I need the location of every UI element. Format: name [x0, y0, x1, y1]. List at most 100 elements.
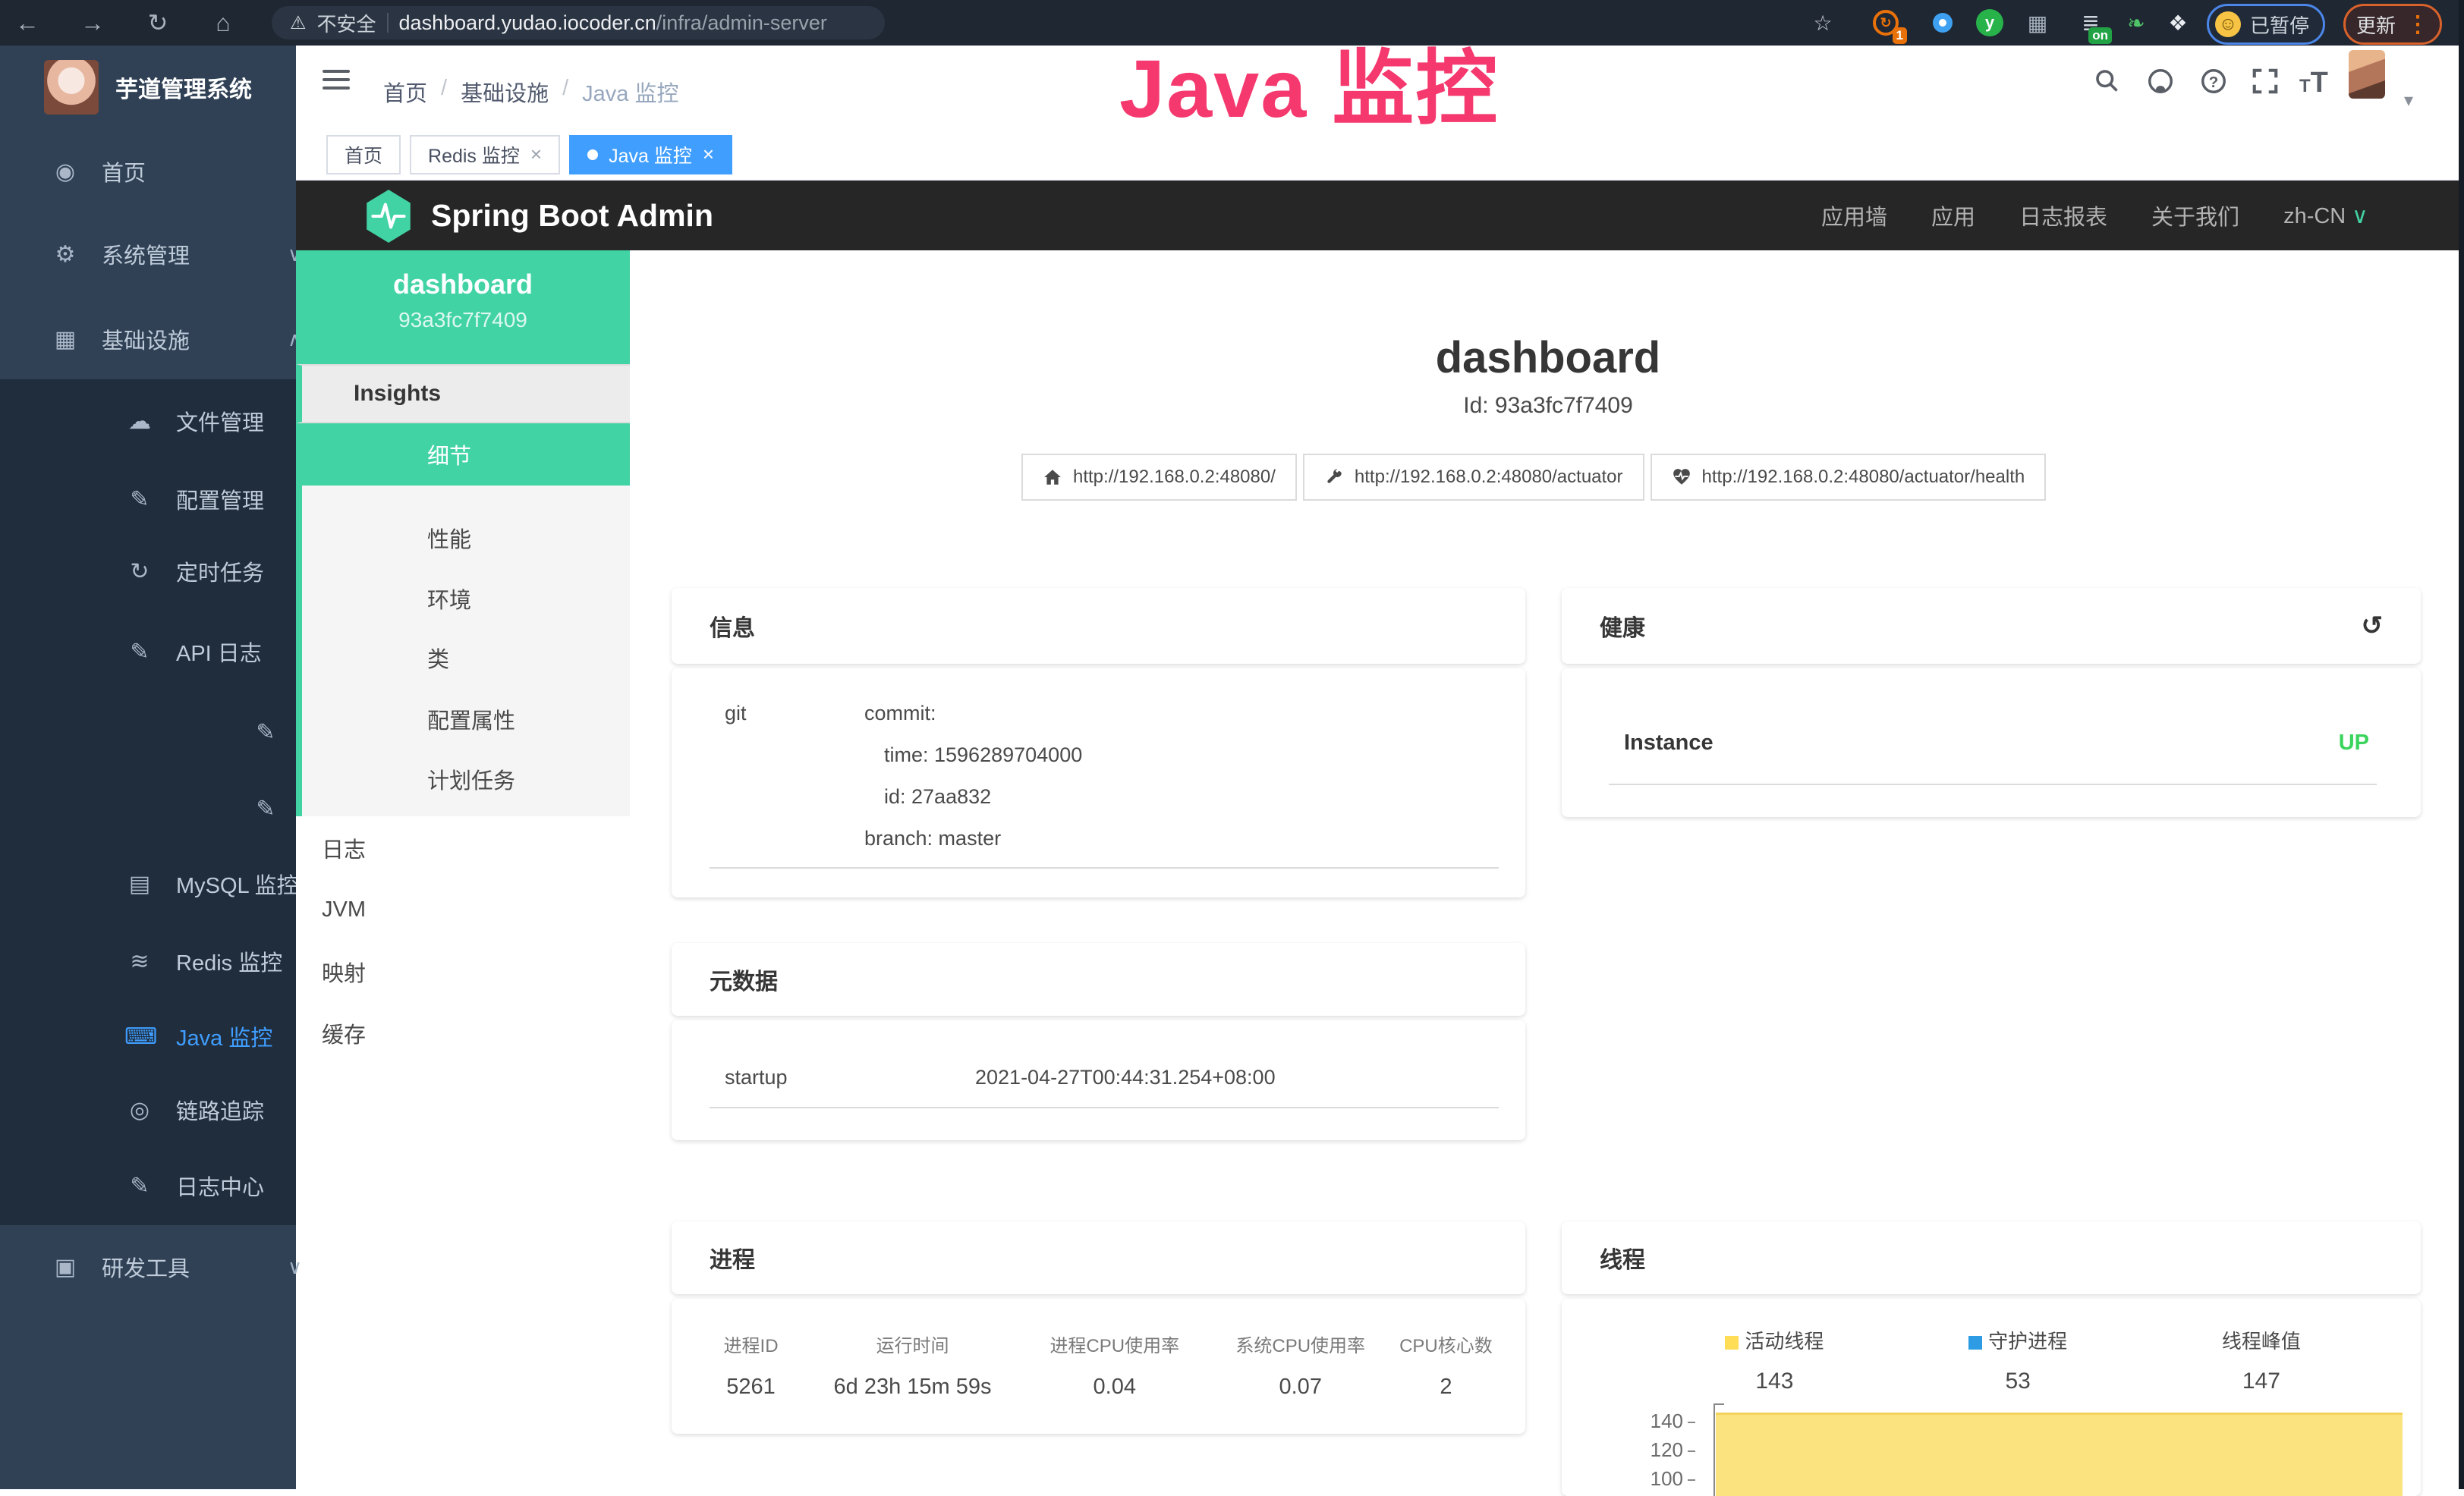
address-bar[interactable]: ⚠ 不安全 dashboard.yudao.iocoder.cn/infra/a…	[272, 6, 885, 39]
threads-legend: 活动线程 守护进程 线程峰值	[1653, 1326, 2390, 1354]
breadcrumb: 首页 / 基础设施 / Java 监控	[383, 76, 678, 108]
puzzle-extensions-icon[interactable]: ❖	[2163, 8, 2193, 38]
sba-nav-journal[interactable]: 日志报表	[2019, 200, 2107, 231]
subnav-item-jvm[interactable]: JVM	[296, 878, 630, 941]
url-host: dashboard.yudao.iocoder.cn	[399, 11, 656, 34]
row-divider	[710, 1107, 1499, 1108]
back-icon[interactable]: ←	[11, 0, 44, 46]
sidebar-item-infrastructure[interactable]: ▦基础设施 ∧	[0, 305, 346, 373]
subnav-item-mappings[interactable]: 映射	[296, 940, 630, 1004]
sba-nav-about[interactable]: 关于我们	[2151, 200, 2239, 231]
legend-live-threads: 活动线程	[1653, 1326, 1896, 1354]
subnav-item-scheduled[interactable]: 计划任务	[302, 748, 630, 810]
bookmark-star-icon[interactable]: ☆	[1808, 8, 1838, 38]
legend-peak-threads: 线程峰值	[2140, 1326, 2384, 1354]
leaf-extension-icon[interactable]: ❧	[2121, 8, 2151, 38]
map-pin-icon[interactable]	[1927, 8, 1958, 38]
history-icon[interactable]: ↺	[2362, 611, 2384, 641]
paused-label: 已暂停	[2250, 11, 2309, 39]
url-path: /infra/admin-server	[656, 11, 827, 34]
chrome-update-button[interactable]: 更新 ⋮	[2343, 4, 2442, 45]
url-text: dashboard.yudao.iocoder.cn/infra/admin-s…	[399, 11, 827, 35]
avatar-caret-icon[interactable]: ▾	[2404, 90, 2413, 112]
extension-badge: 1	[1893, 27, 1907, 44]
log-edit-icon: ✎	[124, 639, 155, 665]
daemon-threads-value: 53	[1896, 1369, 2140, 1394]
process-table-row: 5261 6d 23h 15m 59s 0.04 0.07 2	[694, 1375, 1503, 1400]
sidebar-item-trace[interactable]: ◎链路追踪	[0, 1076, 420, 1144]
sba-brand[interactable]: Spring Boot Admin	[431, 181, 713, 250]
log-edit-icon: ✎	[250, 796, 281, 822]
process-cpu: 0.04	[1018, 1375, 1212, 1400]
eye-icon: ◎	[124, 1097, 155, 1124]
chevron-down-icon: ∨	[2352, 204, 2368, 228]
legend-daemon-threads: 守护进程	[1896, 1326, 2140, 1354]
process-id: 5261	[694, 1375, 807, 1400]
breadcrumb-infra[interactable]: 基础设施	[461, 76, 549, 108]
threads-values: 143 53 147	[1653, 1369, 2390, 1394]
info-line-commit: commit:	[864, 702, 936, 725]
subnav-item-config-props[interactable]: 配置属性	[302, 688, 630, 750]
reload-icon[interactable]: ↻	[141, 0, 175, 46]
sba-nav-wallboard[interactable]: 应用墙	[1821, 200, 1887, 231]
process-table-header: 进程ID 运行时间 进程CPU使用率 系统CPU使用率 CPU核心数	[694, 1331, 1503, 1357]
tab-java-monitor[interactable]: Java 监控×	[569, 135, 732, 174]
home-icon[interactable]: ⌂	[206, 0, 240, 46]
endpoint-health[interactable]: http://192.168.0.2:48080/actuator/health	[1651, 454, 2047, 501]
ytick-120: 120	[1630, 1438, 1683, 1462]
y-extension-icon[interactable]: y	[1975, 8, 2005, 38]
subnav-item-caches[interactable]: 缓存	[296, 1001, 630, 1065]
subnav-item-metrics[interactable]: 性能	[302, 507, 630, 569]
threads-area-chart	[1716, 1413, 2403, 1496]
yellow-swatch	[1725, 1336, 1739, 1350]
process-card-body: 进程ID 运行时间 进程CPU使用率 系统CPU使用率 CPU核心数 5261 …	[672, 1299, 1525, 1434]
help-icon[interactable]: ?	[2199, 67, 2228, 102]
extension-update-icon[interactable]: ↻ 1	[1871, 8, 1901, 38]
page-title: dashboard	[1290, 332, 1806, 383]
instance-name: dashboard	[296, 269, 630, 300]
sidebar-item-dev-tools[interactable]: ▣研发工具 ∨	[0, 1233, 346, 1301]
font-size-icon[interactable]: TT	[2299, 67, 2328, 99]
info-card-body: git commit: time: 1596289704000 id: 27aa…	[672, 668, 1525, 897]
endpoint-home[interactable]: http://192.168.0.2:48080/	[1021, 454, 1297, 501]
breadcrumb-home[interactable]: 首页	[383, 76, 427, 108]
sidebar-item-home[interactable]: ◉首页	[0, 137, 346, 206]
sidebar-item-system[interactable]: ⚙系统管理 ∨	[0, 220, 346, 288]
subnav-item-environment[interactable]: 环境	[302, 567, 630, 630]
live-threads-value: 143	[1653, 1369, 1896, 1394]
tab-redis-monitor[interactable]: Redis 监控×	[410, 135, 560, 174]
grid-extension-icon[interactable]: ▦	[2022, 8, 2053, 38]
process-uptime: 6d 23h 15m 59s	[807, 1375, 1018, 1400]
kebab-menu-icon[interactable]: ⋮	[2406, 11, 2429, 38]
home-icon	[1043, 467, 1062, 487]
y-axis-top-tick	[1713, 1403, 1724, 1405]
info-line-time: time: 1596289704000	[884, 743, 1082, 767]
health-card-header: 健康 ↺	[1562, 588, 2421, 664]
subnav-item-logs[interactable]: 日志	[296, 816, 630, 880]
sba-language-select[interactable]: zh-CN ∨	[2283, 203, 2368, 229]
forward-icon[interactable]: →	[76, 0, 109, 46]
sidebar-toggle-icon[interactable]	[323, 64, 350, 95]
search-icon[interactable]	[2093, 67, 2120, 101]
app-logo-row[interactable]: 芋道管理系统	[0, 53, 296, 121]
subnav-item-details[interactable]: 细节	[302, 423, 630, 486]
stack-extension-icon[interactable]: ≣ on	[2075, 8, 2106, 38]
endpoint-actuator[interactable]: http://192.168.0.2:48080/actuator	[1303, 454, 1644, 501]
close-icon[interactable]: ×	[530, 143, 542, 166]
screen-icon: ⌨	[124, 1023, 155, 1050]
github-icon[interactable]	[2146, 67, 2175, 102]
sba-nav-links: 应用墙 应用 日志报表 关于我们 zh-CN ∨	[1821, 181, 2368, 250]
cloud-icon: ☁	[124, 408, 155, 435]
metadata-card-header: 元数据	[672, 943, 1525, 1016]
url-separator	[387, 13, 389, 33]
sidebar-item-log-center[interactable]: ✎日志中心	[0, 1152, 420, 1220]
sba-nav-applications[interactable]: 应用	[1931, 200, 1975, 231]
insights-section-label: Insights	[296, 364, 630, 423]
close-icon[interactable]: ×	[703, 143, 714, 166]
fullscreen-icon[interactable]	[2251, 67, 2280, 102]
update-label: 更新	[2356, 11, 2396, 39]
blue-swatch	[1968, 1336, 1982, 1350]
user-avatar[interactable]	[2349, 50, 2385, 99]
subnav-item-classes[interactable]: 类	[302, 627, 630, 689]
paused-extension-pill[interactable]: ☺ 已暂停	[2207, 4, 2325, 45]
